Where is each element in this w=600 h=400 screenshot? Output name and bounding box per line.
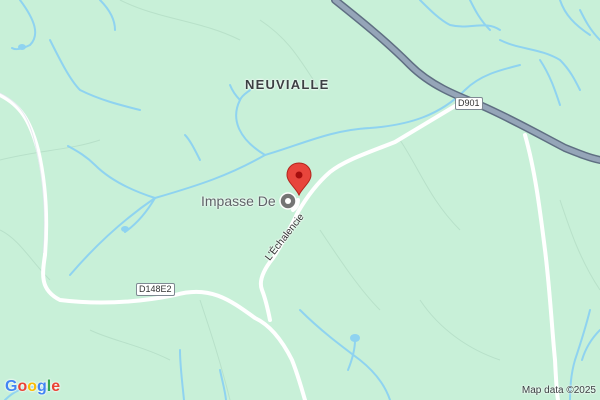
google-logo[interactable]: Google <box>5 378 60 396</box>
logo-letter: e <box>51 378 61 395</box>
poi-icon <box>279 192 297 210</box>
route-shield-d901: D901 <box>455 97 483 110</box>
map-canvas[interactable]: NEUVIALLE Impasse De L'Échalencie D901 D… <box>0 0 600 400</box>
logo-letter: o <box>17 378 28 395</box>
poi-label[interactable]: Impasse De <box>201 193 276 209</box>
map-layers <box>0 0 600 400</box>
place-label-neuvialle: NEUVIALLE <box>245 77 330 92</box>
logo-letter: o <box>27 378 38 395</box>
map-attribution[interactable]: Map data ©2025 <box>522 385 596 396</box>
logo-letter: G <box>5 378 18 395</box>
logo-letter: g <box>37 378 47 395</box>
route-shield-d148e2: D148E2 <box>136 283 175 296</box>
